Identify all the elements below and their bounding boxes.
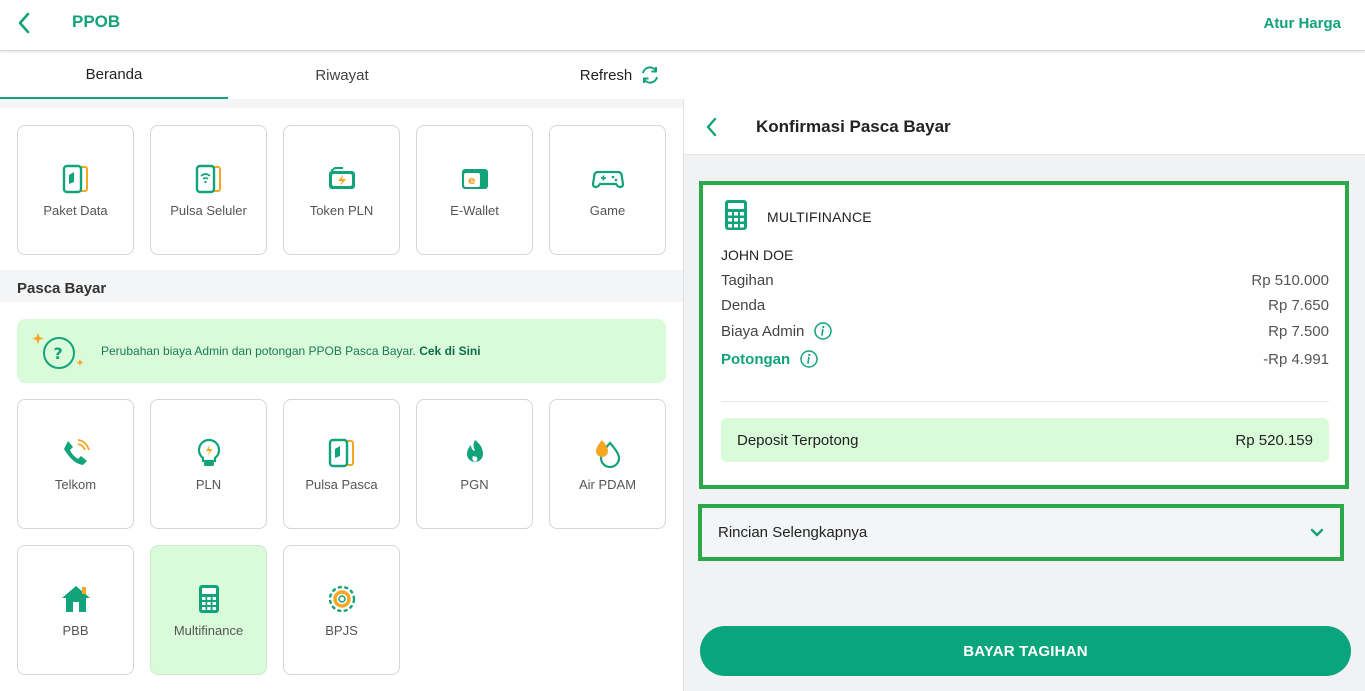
banner-message: Perubahan biaya Admin dan potongan PPOB … bbox=[101, 344, 420, 358]
tile-pbb[interactable]: PBB bbox=[17, 545, 134, 675]
refresh-label: Refresh bbox=[579, 66, 633, 84]
tile-pulsa-seluler[interactable]: Pulsa Seluler bbox=[150, 125, 267, 255]
atur-harga-link[interactable]: Atur Harga bbox=[1263, 15, 1341, 32]
tab-bar: Beranda Riwayat Refresh bbox=[0, 51, 683, 99]
phone-icon bbox=[63, 438, 90, 465]
tile-game[interactable]: Game bbox=[549, 125, 666, 255]
row-potongan: Potongan -Rp 4.991 bbox=[721, 350, 1329, 368]
tile-token-pln[interactable]: Token PLN bbox=[283, 125, 400, 255]
tile-pln[interactable]: PLN bbox=[150, 399, 267, 529]
app-title: PPOB bbox=[72, 12, 121, 31]
divider bbox=[721, 401, 1329, 402]
pasca-bayar-section-title: Pasca Bayar bbox=[17, 280, 107, 297]
deposit-terpotong-box: Deposit Terpotong Rp 520.159 bbox=[721, 418, 1329, 462]
bayar-tagihan-button[interactable]: BAYAR TAGIHAN bbox=[700, 626, 1351, 676]
potongan-value: -Rp 4.991 bbox=[1263, 350, 1329, 368]
confirmation-header: Konfirmasi Pasca Bayar bbox=[684, 99, 1365, 155]
pulsa-seluler-icon bbox=[195, 164, 221, 193]
confirmation-title: Konfirmasi Pasca Bayar bbox=[756, 117, 951, 136]
tile-pgn[interactable]: PGN bbox=[416, 399, 533, 529]
deposit-label: Deposit Terpotong bbox=[737, 431, 859, 449]
pasca-bayar-info-banner[interactable]: ? Perubahan biaya Admin dan potongan PPO… bbox=[17, 319, 666, 383]
tile-multifinance[interactable]: Multifinance bbox=[150, 545, 267, 675]
pascabayar-grid: ? Perubahan biaya Admin dan potongan PPO… bbox=[0, 302, 683, 691]
refresh-button[interactable]: Refresh bbox=[560, 51, 680, 99]
water-drop-icon bbox=[595, 439, 620, 468]
chevron-left-icon bbox=[18, 12, 30, 34]
customer-name: JOHN DOE bbox=[721, 247, 794, 263]
tile-e-wallet[interactable]: e E-Wallet bbox=[416, 125, 533, 255]
info-icon[interactable] bbox=[814, 322, 833, 340]
product-name: MULTIFINANCE bbox=[767, 209, 872, 225]
rincian-selengkapnya-toggle[interactable]: Rincian Selengkapnya bbox=[698, 504, 1344, 561]
house-icon bbox=[61, 585, 90, 612]
back-button[interactable] bbox=[12, 10, 36, 36]
confirmation-back-button[interactable] bbox=[702, 115, 722, 139]
svg-text:?: ? bbox=[54, 344, 63, 363]
biaya-admin-value: Rp 7.500 bbox=[1268, 322, 1329, 340]
gas-icon bbox=[466, 439, 483, 462]
calculator-icon bbox=[198, 584, 219, 613]
question-sparkle-icon: ? bbox=[32, 333, 84, 369]
lightbulb-icon bbox=[197, 438, 220, 466]
info-icon[interactable] bbox=[800, 350, 818, 368]
denda-value: Rp 7.650 bbox=[1268, 296, 1329, 314]
top-app-bar: PPOB Atur Harga bbox=[0, 0, 1365, 51]
confirmation-panel: Konfirmasi Pasca Bayar MULTIFINANCE JOHN… bbox=[683, 99, 1365, 691]
bpjs-icon bbox=[328, 585, 355, 612]
banner-link[interactable]: Cek di Sini bbox=[419, 344, 480, 358]
game-icon bbox=[591, 170, 624, 188]
tab-beranda[interactable]: Beranda bbox=[0, 51, 228, 99]
chevron-down-icon bbox=[1310, 528, 1324, 536]
tab-riwayat[interactable]: Riwayat bbox=[228, 51, 456, 99]
tile-air-pdam[interactable]: Air PDAM bbox=[549, 399, 666, 529]
svg-text:e: e bbox=[468, 174, 475, 187]
product-menu-panel[interactable]: Paket Data Pulsa Seluler Token PLN e E-W… bbox=[0, 99, 683, 691]
deposit-value: Rp 520.159 bbox=[1235, 431, 1313, 449]
tile-bpjs[interactable]: BPJS bbox=[283, 545, 400, 675]
tagihan-value: Rp 510.000 bbox=[1251, 271, 1329, 289]
row-biaya-admin: Biaya Admin Rp 7.500 bbox=[721, 322, 1329, 340]
tile-pulsa-pasca[interactable]: Pulsa Pasca bbox=[283, 399, 400, 529]
bill-summary-card: MULTIFINANCE JOHN DOE Tagihan Rp 510.000… bbox=[699, 181, 1349, 489]
rincian-label: Rincian Selengkapnya bbox=[718, 524, 868, 541]
tile-telkom[interactable]: Telkom bbox=[17, 399, 134, 529]
chevron-left-icon bbox=[706, 117, 717, 137]
refresh-icon bbox=[642, 66, 659, 84]
row-tagihan: Tagihan Rp 510.000 bbox=[721, 271, 1329, 289]
tile-paket-data[interactable]: Paket Data bbox=[17, 125, 134, 255]
calculator-icon bbox=[725, 200, 747, 230]
token-pln-icon bbox=[328, 166, 355, 189]
pulsa-pasca-icon bbox=[328, 438, 354, 467]
e-wallet-icon: e bbox=[461, 168, 488, 189]
paket-data-icon bbox=[62, 164, 88, 193]
prabayar-grid: Paket Data Pulsa Seluler Token PLN e E-W… bbox=[0, 108, 683, 270]
row-denda: Denda Rp 7.650 bbox=[721, 296, 1329, 314]
